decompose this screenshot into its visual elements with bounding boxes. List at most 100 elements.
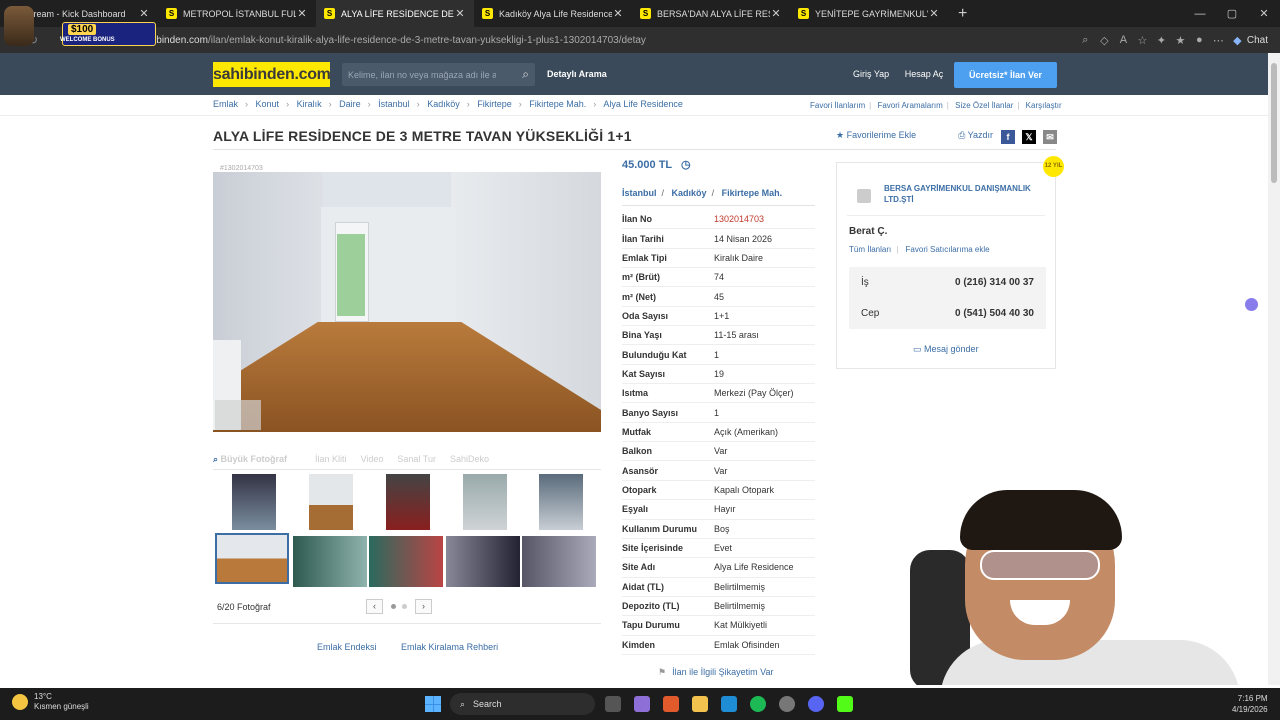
extensions-icon[interactable]: ✦ (1152, 34, 1171, 47)
site-logo[interactable]: sahibinden.com (213, 62, 331, 87)
price-history-icon[interactable]: ◷ (681, 159, 691, 171)
taskbar-search[interactable]: ⌕ Search (450, 693, 595, 715)
main-photo[interactable] (213, 172, 601, 432)
page-scrollbar[interactable] (1268, 53, 1280, 685)
breadcrumb-item[interactable]: Kiralık (297, 99, 322, 109)
breadcrumb-item[interactable]: Fikirtepe Mah. (529, 99, 586, 109)
thumbnail[interactable] (232, 474, 276, 530)
phone-number[interactable]: 0 (216) 314 00 37 (955, 277, 1034, 288)
copilot-app-icon[interactable] (634, 696, 650, 712)
breadcrumb-item[interactable]: Emlak (213, 99, 238, 109)
all-ads-link[interactable]: Tüm İlanları (849, 245, 891, 254)
file-explorer-icon[interactable] (692, 696, 708, 712)
tab-large-photo[interactable]: ⌕ Büyük Fotoğraf (213, 454, 301, 465)
close-window-icon[interactable]: ✕ (1248, 7, 1280, 20)
thumbnail[interactable] (386, 474, 430, 530)
tab-metropol[interactable]: S METROPOL İSTANBUL FULL ADALAR✕ (158, 0, 316, 27)
spotify-icon[interactable] (750, 696, 766, 712)
task-view-icon[interactable] (605, 696, 621, 712)
settings-icon[interactable] (779, 696, 795, 712)
breadcrumb-item[interactable]: Konut (256, 99, 280, 109)
real-estate-index-link[interactable]: Emlak Endeksi (317, 642, 377, 652)
agency-logo[interactable] (857, 189, 871, 203)
email-icon[interactable]: ✉ (1043, 130, 1057, 144)
compare-link[interactable]: Karşılaştır (1026, 101, 1062, 110)
tab-yenitepe[interactable]: S YENİTEPE GAYRİMENKUL'DEN NU✕ (790, 0, 948, 27)
search-icon[interactable]: ⌕ (522, 67, 529, 82)
thumbnail[interactable] (539, 474, 583, 530)
new-tab-button[interactable]: + (948, 5, 977, 23)
tab-alya-active[interactable]: S ALYA LİFE RESİDENCE DE 3 METRE✕ (316, 0, 474, 27)
taskbar-clock[interactable]: 7:16 PM 4/19/2026 (1232, 693, 1268, 715)
tab-video[interactable]: Video (361, 454, 384, 464)
weather-widget[interactable]: 13°C Kısmen güneşli (12, 692, 89, 712)
breadcrumb-item[interactable]: Kadıköy (427, 99, 460, 109)
x-icon[interactable]: 𝕏 (1022, 130, 1036, 144)
page-dot-active[interactable] (391, 604, 396, 609)
advanced-search-link[interactable]: Detaylı Arama (547, 69, 607, 79)
thumbnail[interactable] (369, 536, 443, 587)
tab-bersa[interactable]: S BERSA'DAN ALYA LİFE RESİDENCE✕ (632, 0, 790, 27)
breadcrumb-item[interactable]: Daire (339, 99, 361, 109)
tab-ad-clip[interactable]: İlan Kliti (315, 454, 347, 464)
favorite-ads-link[interactable]: Favori İlanlarım (810, 101, 865, 110)
url-field[interactable]: https://www.sahibinden.com/ilan/emlak-ko… (84, 35, 1076, 46)
zoom-icon[interactable]: ⌕ (1076, 34, 1095, 47)
breadcrumb-item[interactable]: Fikirtepe (477, 99, 512, 109)
rental-guide-link[interactable]: Emlak Kiralama Rehberi (401, 642, 498, 652)
next-page-button[interactable]: › (415, 599, 432, 614)
tab-close-icon[interactable]: ✕ (296, 7, 308, 20)
favorite-seller-link[interactable]: Favori Satıcılarıma ekle (906, 245, 990, 254)
print-label: Yazdır (967, 130, 993, 140)
tab-close-icon[interactable]: ✕ (454, 7, 466, 20)
facebook-icon[interactable]: f (1001, 130, 1015, 144)
page-dot[interactable] (402, 604, 407, 609)
windows-start-icon[interactable] (425, 696, 441, 712)
tab-virtual-tour[interactable]: Sanal Tur (397, 454, 436, 464)
edge-icon[interactable] (721, 696, 737, 712)
post-ad-button[interactable]: Ücretsiz* İlan Ver (954, 62, 1057, 88)
kick-app-icon[interactable] (837, 696, 853, 712)
thumbnail[interactable] (293, 536, 367, 587)
read-aloud-icon[interactable]: A (1114, 34, 1133, 46)
prev-page-button[interactable]: ‹ (366, 599, 383, 614)
favorite-searches-link[interactable]: Favori Aramalarım (877, 101, 942, 110)
copilot-icon[interactable]: ◆ (1228, 34, 1247, 47)
phone-number[interactable]: 0 (541) 504 40 30 (955, 308, 1034, 319)
search-input[interactable] (342, 63, 502, 86)
tab-close-icon[interactable]: ✕ (928, 7, 940, 20)
breadcrumb-item[interactable]: Alya Life Residence (603, 99, 683, 109)
register-link[interactable]: Hesap Aç (905, 69, 944, 79)
thumbnail[interactable] (463, 474, 507, 530)
tab-close-icon[interactable]: ✕ (770, 7, 782, 20)
thumbnail[interactable] (446, 536, 520, 587)
thumbnail-selected[interactable] (215, 533, 289, 584)
favorites-icon[interactable]: ★ (1171, 34, 1190, 47)
location-district[interactable]: Kadıköy (672, 188, 707, 198)
tag-icon[interactable]: ◇ (1095, 34, 1114, 47)
scrollbar-thumb[interactable] (1271, 63, 1277, 183)
personal-ads-link[interactable]: Size Özel İlanlar (955, 101, 1013, 110)
send-message-button[interactable]: ▭ Mesaj gönder (913, 344, 979, 355)
assistant-bubble-icon[interactable] (1245, 298, 1258, 311)
login-link[interactable]: Giriş Yap (853, 69, 889, 79)
tab-close-icon[interactable]: ✕ (612, 7, 624, 20)
agency-name[interactable]: BERSA GAYRİMENKUL DANIŞMANLIK LTD.ŞTİ (884, 183, 1049, 205)
location-neighborhood[interactable]: Fikirtepe Mah. (722, 188, 783, 198)
thumbnail[interactable] (309, 474, 353, 530)
thumbnail[interactable] (522, 536, 596, 587)
location-city[interactable]: İstanbul (622, 188, 657, 198)
more-icon[interactable]: ⋯ (1209, 34, 1228, 47)
chat-label[interactable]: Chat (1247, 35, 1268, 46)
breadcrumb-item[interactable]: İstanbul (378, 99, 410, 109)
complaint-link[interactable]: ⚑ İlan ile İlgili Şikayetim Var (658, 667, 773, 678)
add-favorite-link[interactable]: ★ Favorilerime Ekle (836, 130, 934, 141)
discord-icon[interactable] (808, 696, 824, 712)
minimize-icon[interactable]: — (1184, 8, 1216, 20)
store-app-icon[interactable] (663, 696, 679, 712)
maximize-icon[interactable]: ▢ (1216, 7, 1248, 20)
favorite-star-icon[interactable]: ☆ (1133, 34, 1152, 47)
tab-sahideko[interactable]: SahiDeko (450, 454, 489, 464)
profile-icon[interactable]: ● (1190, 34, 1209, 46)
tab-kadikoy[interactable]: S Kadıköy Alya Life Residence Ferah✕ (474, 0, 632, 27)
